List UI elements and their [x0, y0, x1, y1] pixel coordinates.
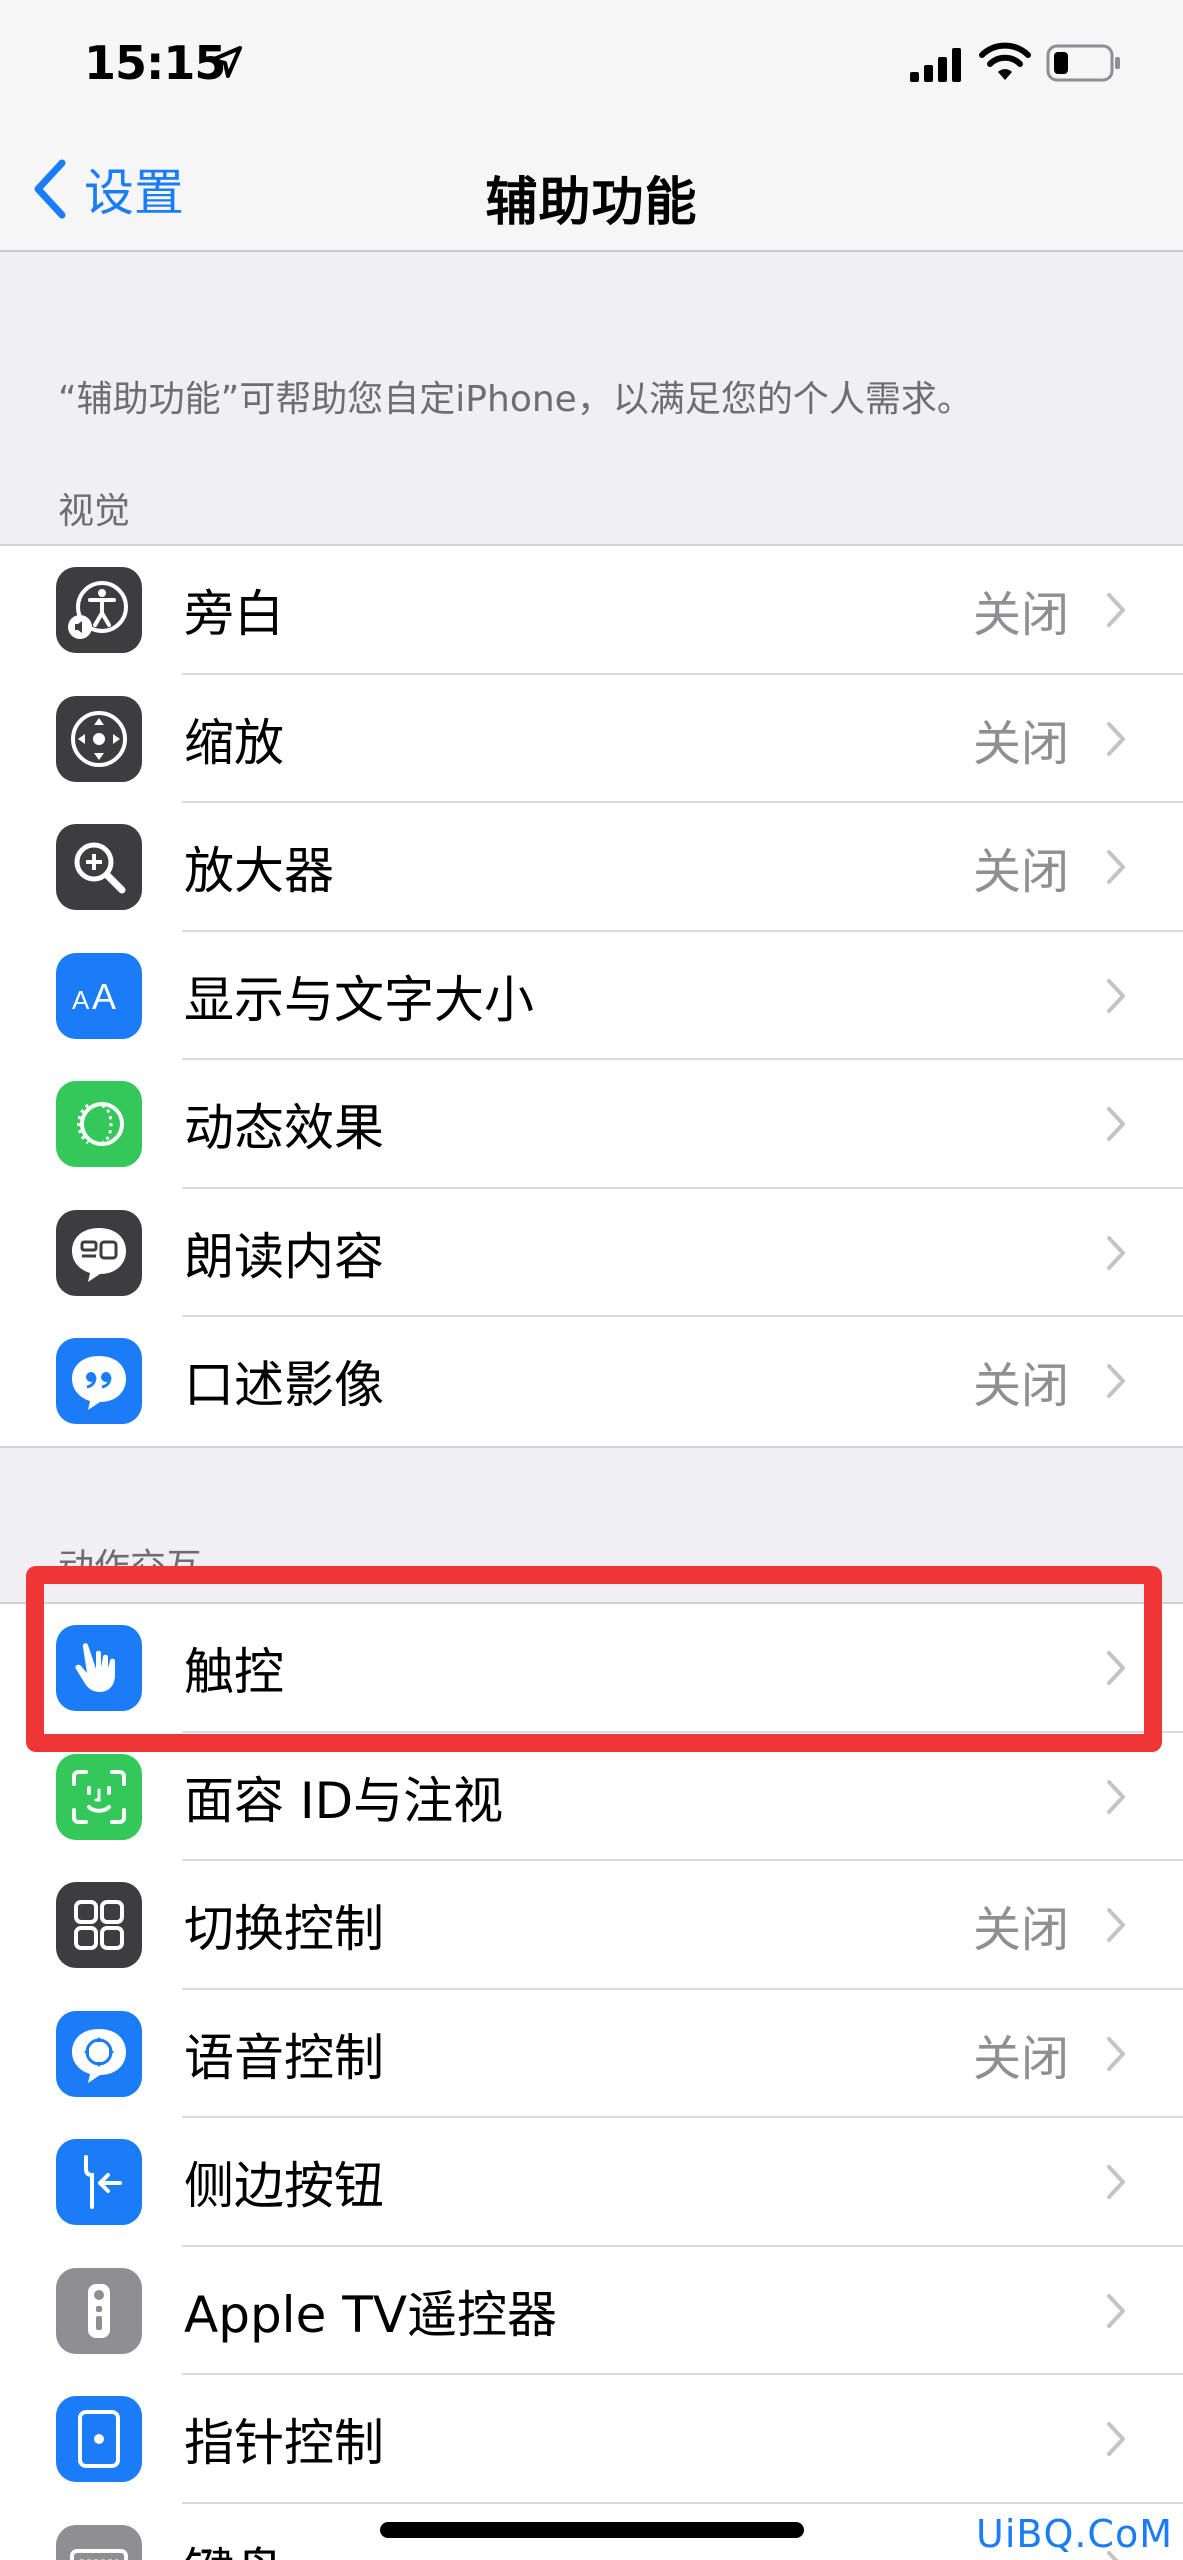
chevron-right-icon — [1107, 593, 1125, 628]
row-value: 关闭 — [972, 715, 1069, 772]
settings-row-audio-descriptions[interactable]: 口述影像 关闭 — [0, 1317, 1183, 1446]
chevron-right-icon — [1107, 2036, 1125, 2071]
face-id-icon — [56, 1753, 142, 1840]
side-button-icon — [56, 2139, 142, 2226]
row-value: 关闭 — [972, 2030, 1069, 2087]
visual-settings-group: 旁白 关闭 缩放 关闭 放大器 关闭 AA 显示与文字大小 动态效果 朗读内容 … — [0, 544, 1183, 1448]
row-label: 朗读内容 — [184, 1227, 384, 1286]
settings-row-side-button[interactable]: 侧边按钮 — [0, 2118, 1183, 2247]
row-label: 缩放 — [184, 713, 284, 772]
cellular-signal-icon — [910, 48, 961, 82]
settings-row-zoom[interactable]: 缩放 关闭 — [0, 675, 1183, 803]
chevron-right-icon — [1107, 850, 1125, 885]
settings-row-voice-control[interactable]: 语音控制 关闭 — [0, 1990, 1183, 2118]
row-value: 关闭 — [972, 1358, 1069, 1415]
intro-text: “辅助功能”可帮助您自定iPhone，以满足您的个人需求。 — [58, 379, 973, 420]
settings-row-face-id-attention[interactable]: 面容 ID与注视 — [0, 1733, 1183, 1861]
row-value: 关闭 — [972, 844, 1069, 901]
settings-row-magnifier[interactable]: 放大器 关闭 — [0, 803, 1183, 932]
location-arrow-icon — [210, 46, 242, 78]
section-header-physical-motor: 动作交互 — [58, 1547, 203, 1578]
row-label: 显示与文字大小 — [184, 970, 534, 1029]
row-value: 关闭 — [972, 1902, 1069, 1959]
row-label: 口述影像 — [184, 1356, 384, 1415]
settings-row-display-text-size[interactable]: AA 显示与文字大小 — [0, 932, 1183, 1060]
settings-row-pointer-control[interactable]: 指针控制 — [0, 2375, 1183, 2504]
spoken-content-icon — [56, 1209, 142, 1296]
motion-settings-group: 触控 面容 ID与注视 切换控制 关闭 语音控制 关闭 侧边按钮 Apple T… — [0, 1602, 1183, 2560]
row-label: 切换控制 — [184, 1900, 384, 1959]
row-label: 触控 — [184, 1643, 284, 1702]
svg-text:A: A — [72, 985, 90, 1015]
audio-description-icon — [56, 1338, 142, 1425]
row-label: 动态效果 — [184, 1099, 384, 1158]
chevron-right-icon — [1107, 1107, 1125, 1142]
voiceover-icon — [56, 567, 142, 654]
voice-control-icon — [56, 2010, 142, 2097]
chevron-right-icon — [1107, 1651, 1125, 1686]
settings-row-voiceover[interactable]: 旁白 关闭 — [0, 546, 1183, 675]
settings-row-apple-tv-remote[interactable]: Apple TV遥控器 — [0, 2247, 1183, 2375]
row-label: 放大器 — [184, 842, 334, 901]
chevron-right-icon — [1107, 1235, 1125, 1270]
chevron-right-icon — [1107, 1779, 1125, 1814]
settings-row-touch[interactable]: 触控 — [0, 1604, 1183, 1733]
home-indicator — [380, 2522, 804, 2538]
chevron-right-icon — [1107, 1908, 1125, 1943]
navigation-bar: 设置 辅助功能 — [0, 130, 1183, 252]
apple-tv-remote-icon — [56, 2267, 142, 2354]
row-label: 旁白 — [184, 585, 284, 644]
motion-icon — [56, 1081, 142, 1168]
chevron-right-icon — [1107, 2293, 1125, 2328]
row-label: 语音控制 — [184, 2028, 384, 2087]
battery-icon — [1046, 44, 1120, 82]
magnifier-icon — [56, 824, 142, 911]
row-label: 面容 ID与注视 — [184, 1771, 504, 1830]
watermark: UiBQ.CoM — [976, 2512, 1173, 2556]
display-text-size-icon: AA — [56, 952, 142, 1039]
chevron-right-icon — [1107, 2422, 1125, 2457]
chevron-right-icon — [1107, 1364, 1125, 1399]
status-bar: 15:15 — [0, 0, 1183, 130]
row-value: 关闭 — [972, 587, 1069, 644]
switch-control-icon — [56, 1882, 142, 1969]
keyboard-icon — [56, 2524, 142, 2560]
pointer-control-icon — [56, 2396, 142, 2483]
row-label: Apple TV遥控器 — [184, 2285, 557, 2344]
settings-row-switch-control[interactable]: 切换控制 关闭 — [0, 1861, 1183, 1990]
chevron-right-icon — [1107, 721, 1125, 756]
touch-icon — [56, 1625, 142, 1712]
status-time: 15:15 — [84, 36, 226, 90]
section-header-visual: 视觉 — [58, 491, 131, 532]
settings-row-motion[interactable]: 动态效果 — [0, 1060, 1183, 1189]
row-label: 指针控制 — [184, 2414, 384, 2473]
svg-text:A: A — [92, 976, 116, 1017]
zoom-icon — [56, 695, 142, 782]
wifi-icon — [979, 42, 1031, 80]
settings-row-spoken-content[interactable]: 朗读内容 — [0, 1189, 1183, 1317]
chevron-right-icon — [1107, 978, 1125, 1013]
row-label: 侧边按钮 — [184, 2157, 384, 2216]
row-label: 键盘 — [184, 2532, 284, 2560]
chevron-right-icon — [1107, 2165, 1125, 2200]
page-title: 辅助功能 — [485, 173, 698, 233]
